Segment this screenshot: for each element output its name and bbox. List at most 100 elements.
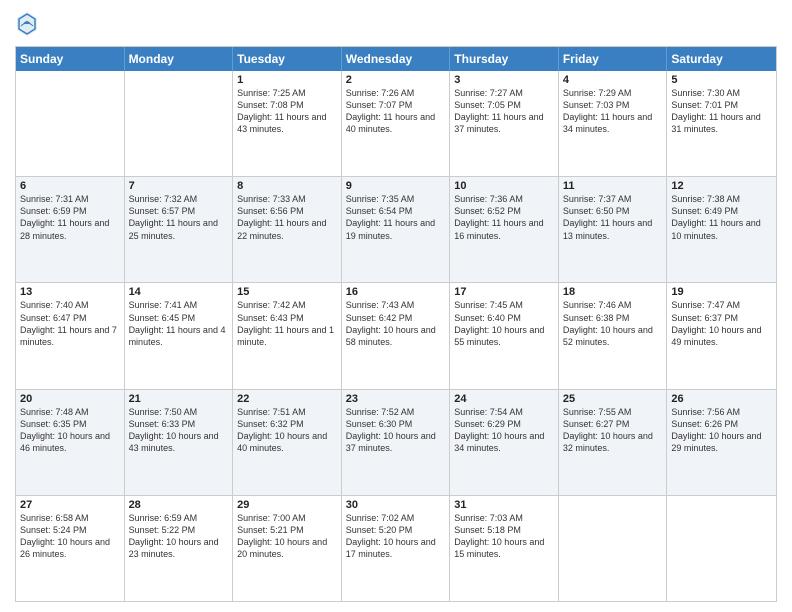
day-number: 24 [454, 393, 554, 405]
day-info: Sunrise: 7:56 AM Sunset: 6:26 PM Dayligh… [671, 406, 772, 455]
header-day-sunday: Sunday [16, 47, 125, 71]
cal-cell: 29Sunrise: 7:00 AM Sunset: 5:21 PM Dayli… [233, 496, 342, 601]
day-number: 3 [454, 74, 554, 86]
day-info: Sunrise: 7:30 AM Sunset: 7:01 PM Dayligh… [671, 87, 772, 136]
header-day-tuesday: Tuesday [233, 47, 342, 71]
day-number: 2 [346, 74, 446, 86]
day-number: 15 [237, 286, 337, 298]
day-number: 4 [563, 74, 663, 86]
cal-cell: 27Sunrise: 6:58 AM Sunset: 5:24 PM Dayli… [16, 496, 125, 601]
cal-cell: 1Sunrise: 7:25 AM Sunset: 7:08 PM Daylig… [233, 71, 342, 176]
cal-cell: 4Sunrise: 7:29 AM Sunset: 7:03 PM Daylig… [559, 71, 668, 176]
day-number: 29 [237, 499, 337, 511]
cal-cell: 19Sunrise: 7:47 AM Sunset: 6:37 PM Dayli… [667, 283, 776, 388]
day-info: Sunrise: 7:55 AM Sunset: 6:27 PM Dayligh… [563, 406, 663, 455]
day-number: 10 [454, 180, 554, 192]
day-info: Sunrise: 7:02 AM Sunset: 5:20 PM Dayligh… [346, 512, 446, 561]
cal-cell: 30Sunrise: 7:02 AM Sunset: 5:20 PM Dayli… [342, 496, 451, 601]
calendar-row-2: 6Sunrise: 7:31 AM Sunset: 6:59 PM Daylig… [16, 176, 776, 282]
day-number: 26 [671, 393, 772, 405]
day-number: 30 [346, 499, 446, 511]
logo-icon [15, 10, 39, 38]
day-number: 19 [671, 286, 772, 298]
day-info: Sunrise: 7:48 AM Sunset: 6:35 PM Dayligh… [20, 406, 120, 455]
day-info: Sunrise: 7:46 AM Sunset: 6:38 PM Dayligh… [563, 299, 663, 348]
day-info: Sunrise: 7:54 AM Sunset: 6:29 PM Dayligh… [454, 406, 554, 455]
cal-cell: 14Sunrise: 7:41 AM Sunset: 6:45 PM Dayli… [125, 283, 234, 388]
cal-cell: 13Sunrise: 7:40 AM Sunset: 6:47 PM Dayli… [16, 283, 125, 388]
calendar-row-4: 20Sunrise: 7:48 AM Sunset: 6:35 PM Dayli… [16, 389, 776, 495]
cal-cell: 25Sunrise: 7:55 AM Sunset: 6:27 PM Dayli… [559, 390, 668, 495]
day-info: Sunrise: 7:27 AM Sunset: 7:05 PM Dayligh… [454, 87, 554, 136]
day-number: 14 [129, 286, 229, 298]
day-info: Sunrise: 7:33 AM Sunset: 6:56 PM Dayligh… [237, 193, 337, 242]
day-info: Sunrise: 7:43 AM Sunset: 6:42 PM Dayligh… [346, 299, 446, 348]
cal-cell: 16Sunrise: 7:43 AM Sunset: 6:42 PM Dayli… [342, 283, 451, 388]
day-number: 6 [20, 180, 120, 192]
calendar: SundayMondayTuesdayWednesdayThursdayFrid… [15, 46, 777, 602]
day-info: Sunrise: 7:25 AM Sunset: 7:08 PM Dayligh… [237, 87, 337, 136]
day-info: Sunrise: 7:36 AM Sunset: 6:52 PM Dayligh… [454, 193, 554, 242]
cal-cell: 21Sunrise: 7:50 AM Sunset: 6:33 PM Dayli… [125, 390, 234, 495]
calendar-row-3: 13Sunrise: 7:40 AM Sunset: 6:47 PM Dayli… [16, 282, 776, 388]
cal-cell: 15Sunrise: 7:42 AM Sunset: 6:43 PM Dayli… [233, 283, 342, 388]
calendar-row-5: 27Sunrise: 6:58 AM Sunset: 5:24 PM Dayli… [16, 495, 776, 601]
cal-cell: 12Sunrise: 7:38 AM Sunset: 6:49 PM Dayli… [667, 177, 776, 282]
cal-cell: 26Sunrise: 7:56 AM Sunset: 6:26 PM Dayli… [667, 390, 776, 495]
header [15, 10, 777, 38]
day-info: Sunrise: 7:29 AM Sunset: 7:03 PM Dayligh… [563, 87, 663, 136]
day-info: Sunrise: 7:51 AM Sunset: 6:32 PM Dayligh… [237, 406, 337, 455]
day-number: 27 [20, 499, 120, 511]
header-day-monday: Monday [125, 47, 234, 71]
day-info: Sunrise: 7:31 AM Sunset: 6:59 PM Dayligh… [20, 193, 120, 242]
day-info: Sunrise: 7:26 AM Sunset: 7:07 PM Dayligh… [346, 87, 446, 136]
calendar-row-1: 1Sunrise: 7:25 AM Sunset: 7:08 PM Daylig… [16, 71, 776, 176]
cal-cell: 17Sunrise: 7:45 AM Sunset: 6:40 PM Dayli… [450, 283, 559, 388]
day-number: 23 [346, 393, 446, 405]
cal-cell: 9Sunrise: 7:35 AM Sunset: 6:54 PM Daylig… [342, 177, 451, 282]
logo [15, 10, 43, 38]
day-number: 17 [454, 286, 554, 298]
day-number: 25 [563, 393, 663, 405]
day-info: Sunrise: 7:37 AM Sunset: 6:50 PM Dayligh… [563, 193, 663, 242]
cal-cell: 5Sunrise: 7:30 AM Sunset: 7:01 PM Daylig… [667, 71, 776, 176]
cal-cell: 10Sunrise: 7:36 AM Sunset: 6:52 PM Dayli… [450, 177, 559, 282]
day-number: 9 [346, 180, 446, 192]
cal-cell [16, 71, 125, 176]
day-info: Sunrise: 7:50 AM Sunset: 6:33 PM Dayligh… [129, 406, 229, 455]
day-number: 22 [237, 393, 337, 405]
cal-cell: 3Sunrise: 7:27 AM Sunset: 7:05 PM Daylig… [450, 71, 559, 176]
day-info: Sunrise: 7:40 AM Sunset: 6:47 PM Dayligh… [20, 299, 120, 348]
day-info: Sunrise: 7:32 AM Sunset: 6:57 PM Dayligh… [129, 193, 229, 242]
day-number: 11 [563, 180, 663, 192]
day-info: Sunrise: 7:42 AM Sunset: 6:43 PM Dayligh… [237, 299, 337, 348]
day-number: 8 [237, 180, 337, 192]
cal-cell: 31Sunrise: 7:03 AM Sunset: 5:18 PM Dayli… [450, 496, 559, 601]
day-number: 31 [454, 499, 554, 511]
header-day-friday: Friday [559, 47, 668, 71]
day-info: Sunrise: 7:00 AM Sunset: 5:21 PM Dayligh… [237, 512, 337, 561]
cal-cell: 2Sunrise: 7:26 AM Sunset: 7:07 PM Daylig… [342, 71, 451, 176]
day-info: Sunrise: 7:47 AM Sunset: 6:37 PM Dayligh… [671, 299, 772, 348]
cal-cell: 22Sunrise: 7:51 AM Sunset: 6:32 PM Dayli… [233, 390, 342, 495]
day-number: 16 [346, 286, 446, 298]
day-info: Sunrise: 7:03 AM Sunset: 5:18 PM Dayligh… [454, 512, 554, 561]
cal-cell: 18Sunrise: 7:46 AM Sunset: 6:38 PM Dayli… [559, 283, 668, 388]
page: SundayMondayTuesdayWednesdayThursdayFrid… [0, 0, 792, 612]
cal-cell: 28Sunrise: 6:59 AM Sunset: 5:22 PM Dayli… [125, 496, 234, 601]
calendar-body: 1Sunrise: 7:25 AM Sunset: 7:08 PM Daylig… [16, 71, 776, 601]
cal-cell: 11Sunrise: 7:37 AM Sunset: 6:50 PM Dayli… [559, 177, 668, 282]
day-number: 18 [563, 286, 663, 298]
day-info: Sunrise: 7:38 AM Sunset: 6:49 PM Dayligh… [671, 193, 772, 242]
cal-cell: 24Sunrise: 7:54 AM Sunset: 6:29 PM Dayli… [450, 390, 559, 495]
day-number: 5 [671, 74, 772, 86]
day-number: 7 [129, 180, 229, 192]
cal-cell [125, 71, 234, 176]
header-day-thursday: Thursday [450, 47, 559, 71]
cal-cell: 8Sunrise: 7:33 AM Sunset: 6:56 PM Daylig… [233, 177, 342, 282]
day-info: Sunrise: 7:45 AM Sunset: 6:40 PM Dayligh… [454, 299, 554, 348]
day-number: 12 [671, 180, 772, 192]
day-number: 28 [129, 499, 229, 511]
day-number: 1 [237, 74, 337, 86]
day-number: 21 [129, 393, 229, 405]
